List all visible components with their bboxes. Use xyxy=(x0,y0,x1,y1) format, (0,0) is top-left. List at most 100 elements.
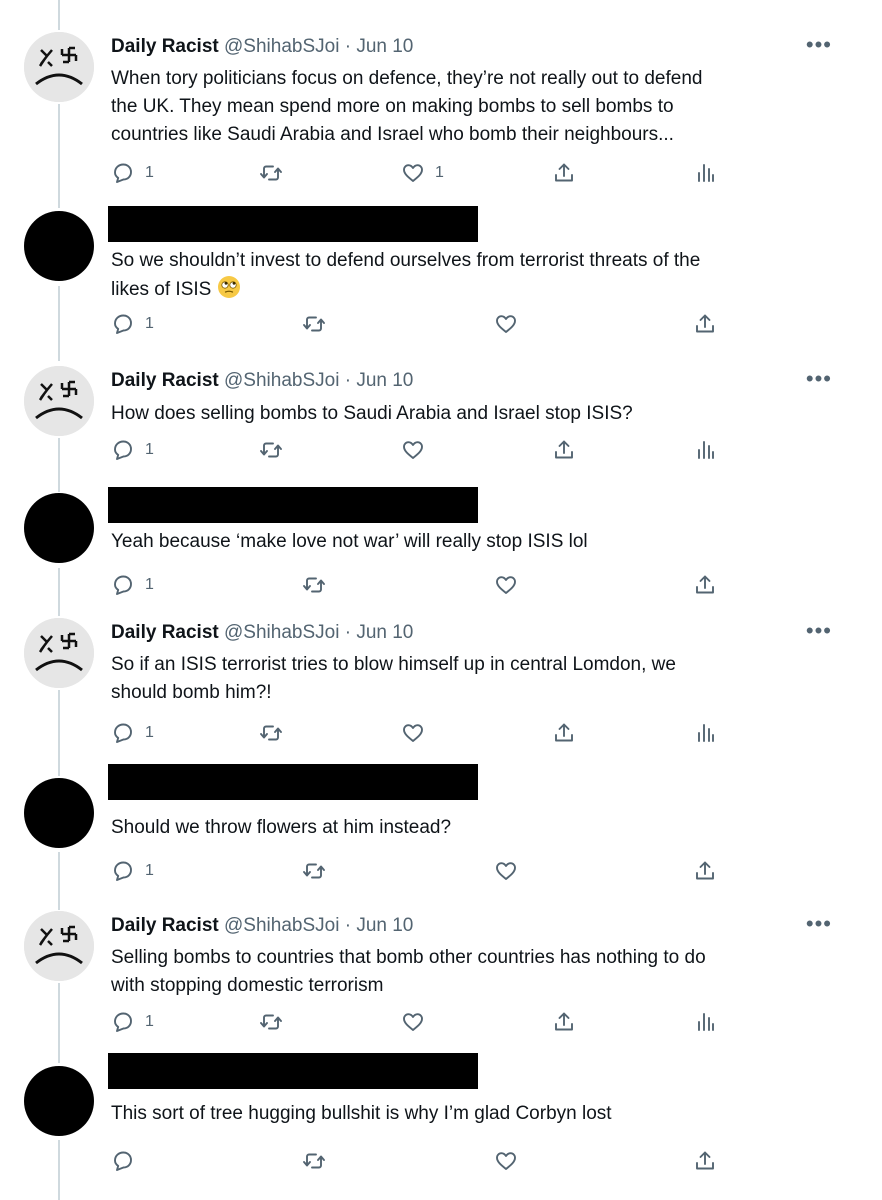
share-button[interactable] xyxy=(552,438,576,462)
author-name[interactable]: Daily Racist xyxy=(111,370,219,391)
author-handle[interactable]: @ShihabSJoi xyxy=(224,36,339,57)
heart-icon xyxy=(403,724,423,742)
share-button[interactable] xyxy=(693,859,717,883)
author-handle[interactable]: @ShihabSJoi xyxy=(224,622,339,643)
more-options-icon[interactable]: ••• xyxy=(806,620,832,642)
retweet-button[interactable] xyxy=(302,312,326,336)
reply-button[interactable]: 1 xyxy=(111,721,154,745)
share-button[interactable] xyxy=(693,573,717,597)
like-button[interactable] xyxy=(494,312,518,336)
tweet-text-line: countries like Saudi Arabia and Israel w… xyxy=(111,124,674,145)
author-handle[interactable]: @ShihabSJoi xyxy=(224,915,339,936)
author-name[interactable]: Daily Racist xyxy=(111,915,219,936)
analytics-button[interactable] xyxy=(693,438,717,462)
reply-icon xyxy=(114,723,132,743)
reply-icon xyxy=(114,575,132,595)
author-avatar[interactable] xyxy=(24,366,94,436)
share-button[interactable] xyxy=(552,721,576,745)
share-button[interactable] xyxy=(693,312,717,336)
heart-icon xyxy=(496,576,516,594)
tweet-date[interactable]: Jun 10 xyxy=(356,915,413,936)
more-options-icon[interactable]: ••• xyxy=(806,368,832,390)
like-button[interactable] xyxy=(494,1149,518,1173)
reply-count: 1 xyxy=(145,862,154,879)
tweet-text-line: This sort of tree hugging bullshit is wh… xyxy=(111,1103,612,1124)
share-icon xyxy=(696,861,714,880)
author-avatar[interactable] xyxy=(24,911,94,981)
tweet-actions: 1 xyxy=(111,312,811,342)
retweet-button[interactable] xyxy=(259,721,283,745)
tweet-text-line: with stopping domestic terrorism xyxy=(111,975,384,996)
reply-count: 1 xyxy=(145,441,154,458)
analytics-button[interactable] xyxy=(693,1010,717,1034)
tweet-actions: 1 xyxy=(111,438,811,468)
reply-button[interactable]: 1 xyxy=(111,438,154,462)
author-avatar[interactable] xyxy=(24,618,94,688)
tweet-date[interactable]: Jun 10 xyxy=(356,370,413,391)
like-button[interactable] xyxy=(494,859,518,883)
tweet-text-line: likes of ISIS xyxy=(111,275,811,304)
author-name[interactable]: Daily Racist xyxy=(111,622,219,643)
author-avatar[interactable] xyxy=(24,32,94,102)
tweet-text: So if an ISIS terrorist tries to blow hi… xyxy=(111,651,811,707)
author-name[interactable]: Daily Racist xyxy=(111,36,219,57)
tweet-text: Should we throw flowers at him instead? xyxy=(111,814,811,842)
redacted-avatar[interactable] xyxy=(24,211,94,281)
avatar-logo-icon xyxy=(24,618,94,688)
share-icon xyxy=(696,1151,714,1170)
retweet-button[interactable] xyxy=(259,1010,283,1034)
like-button[interactable] xyxy=(401,721,425,745)
heart-icon xyxy=(496,1152,516,1170)
redacted-avatar[interactable] xyxy=(24,1066,94,1136)
like-button[interactable] xyxy=(401,1010,425,1034)
tweet-actions xyxy=(111,1149,811,1179)
tweet-text-line: When tory politicians focus on defence, … xyxy=(111,68,703,89)
analytics-button[interactable] xyxy=(693,721,717,745)
tweet-date[interactable]: Jun 10 xyxy=(356,36,413,57)
separator-dot: · xyxy=(344,36,352,57)
reply-icon xyxy=(114,1012,132,1032)
like-button[interactable]: 1 xyxy=(401,161,444,185)
redacted-avatar[interactable] xyxy=(24,778,94,848)
reply-button[interactable]: 1 xyxy=(111,1010,154,1034)
retweet-button[interactable] xyxy=(259,438,283,462)
reply-button[interactable] xyxy=(111,1149,145,1173)
reply-button[interactable]: 1 xyxy=(111,573,154,597)
retweet-button[interactable] xyxy=(259,161,283,185)
reply-button[interactable]: 1 xyxy=(111,312,154,336)
share-button[interactable] xyxy=(552,161,576,185)
share-button[interactable] xyxy=(552,1010,576,1034)
heart-icon xyxy=(496,862,516,880)
retweet-button[interactable] xyxy=(302,573,326,597)
retweet-button[interactable] xyxy=(302,859,326,883)
avatar-logo-icon xyxy=(24,366,94,436)
tweet-text: How does selling bombs to Saudi Arabia a… xyxy=(111,400,811,428)
thread-line xyxy=(58,1140,60,1200)
like-button[interactable] xyxy=(494,573,518,597)
redacted-header xyxy=(108,206,478,242)
tweet-text-line: Selling bombs to countries that bomb oth… xyxy=(111,947,706,968)
thread-line xyxy=(58,852,60,910)
rolling-eyes-emoji xyxy=(217,276,240,298)
tweet-text-line: Should we throw flowers at him instead? xyxy=(111,817,452,838)
share-icon xyxy=(555,163,573,182)
reply-count: 1 xyxy=(145,315,154,332)
analytics-button[interactable] xyxy=(693,161,717,185)
like-button[interactable] xyxy=(401,438,425,462)
tweet-text-fragment: likes of ISIS xyxy=(111,279,212,300)
avatar-logo-icon xyxy=(24,911,94,981)
tweet-actions: 1 xyxy=(111,721,811,751)
thread-line xyxy=(58,690,60,776)
share-button[interactable] xyxy=(693,1149,717,1173)
redacted-header xyxy=(108,764,478,800)
reply-button[interactable]: 1 xyxy=(111,161,154,185)
more-options-icon[interactable]: ••• xyxy=(806,34,832,56)
author-handle[interactable]: @ShihabSJoi xyxy=(224,370,339,391)
reply-button[interactable]: 1 xyxy=(111,859,154,883)
retweet-icon xyxy=(260,442,282,458)
redacted-avatar[interactable] xyxy=(24,493,94,563)
retweet-button[interactable] xyxy=(302,1149,326,1173)
more-options-icon[interactable]: ••• xyxy=(806,913,832,935)
tweet-date[interactable]: Jun 10 xyxy=(356,622,413,643)
share-icon xyxy=(555,723,573,742)
